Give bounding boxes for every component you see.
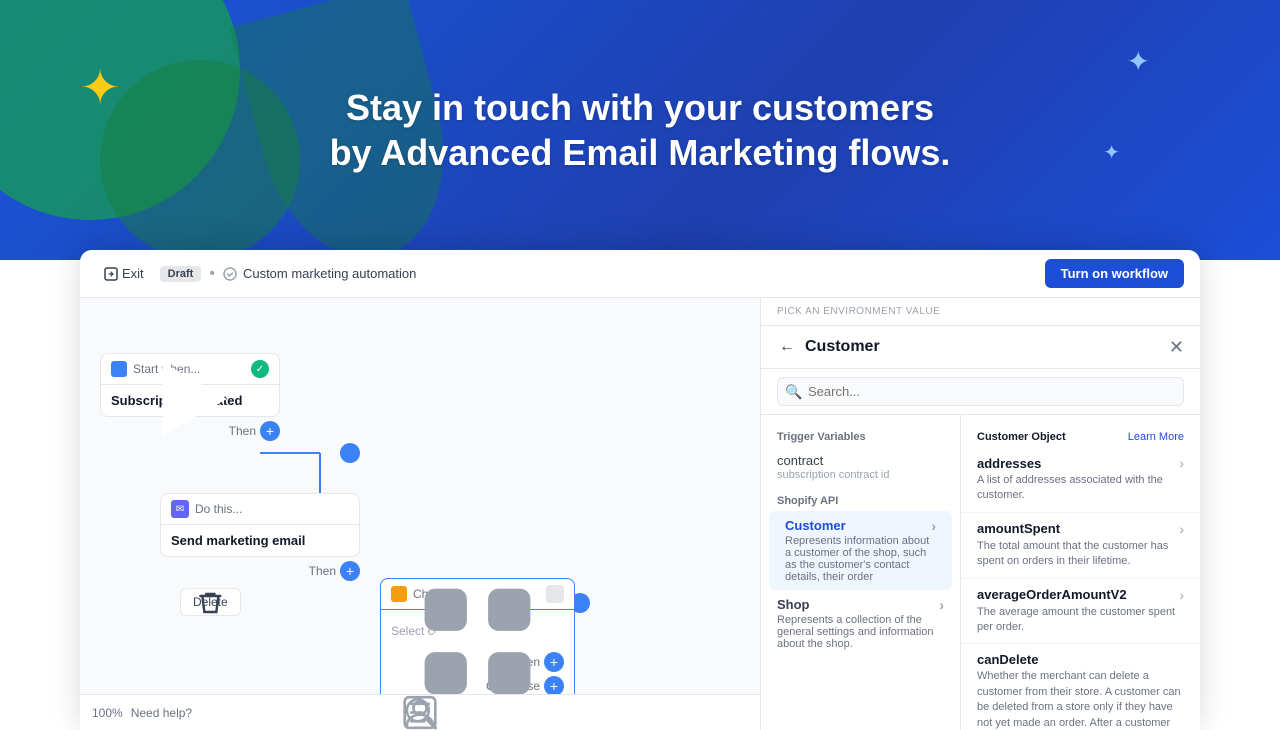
sidebar-back-button[interactable]: ← [777,336,797,358]
sidebar-close-button[interactable]: ✕ [1169,337,1184,358]
check-otherwise-button[interactable]: + [544,676,564,696]
item-chevron-icon: › [1179,455,1184,471]
star-bottom-icon: ✦ [1103,140,1120,165]
sidebar-title: Customer [805,338,1169,356]
start-node-label: Start when... [133,362,200,376]
sidebar-columns: Trigger Variables contract subscription … [761,415,1200,730]
star-top-icon: ✦ [1127,45,1150,78]
check-node-header: Check if... [380,578,575,610]
action-node: ✉ Do this... Send marketing email Then + [160,493,360,585]
contract-var-item[interactable]: contract subscription contract id [761,447,960,487]
shopify-api-label: Shopify API [761,487,960,511]
top-bar: Exit Draft • Custom marketing automation… [80,250,1200,298]
search-icon: 🔍 [785,383,802,400]
draft-badge: Draft [160,266,202,282]
right-item[interactable]: addresses › A list of addresses associat… [961,447,1200,513]
delete-button[interactable]: Delete [180,588,241,616]
divider: • [209,265,215,283]
hero-section: ✦ ✦ ✦ Stay in touch with your customers … [0,0,1280,260]
action-node-header: ✉ Do this... [160,493,360,525]
start-node: Start when... ✓ Subscription Created The… [100,353,280,445]
start-node-body: Subscription Created [100,385,280,417]
shop-chevron-icon: › [939,597,944,613]
action-then-button[interactable]: + [340,561,360,581]
check-node-body: Select condition Then + Otherwise + [380,610,575,705]
start-settings-icon[interactable]: ✓ [251,360,269,378]
action-node-body: Send marketing email [160,525,360,557]
right-section-title: Customer Object [977,431,1066,443]
check-then-row: Then + [391,652,564,672]
right-section-header: Customer Object Learn More [961,423,1200,447]
app-window: Exit Draft • Custom marketing automation… [80,250,1200,730]
right-item[interactable]: amountSpent › The total amount that the … [961,513,1200,579]
content-area: Start when... ✓ Subscription Created The… [80,298,1200,730]
select-condition-placeholder[interactable]: Select condition [391,618,564,644]
action-node-label: Do this... [195,502,242,516]
delete-area: Delete [180,588,241,616]
check-node-label: Check if... [413,587,466,601]
sidebar-pick-label: PICK AN ENVIRONMENT VALUE [761,298,1200,326]
sidebar-left-panel: Trigger Variables contract subscription … [761,415,961,730]
check-settings-icon[interactable] [546,585,564,603]
need-help-label[interactable]: Need help? [131,706,192,720]
action-then-row: Then + [160,561,360,581]
right-item[interactable]: canDelete Whether the merchant can delet… [961,644,1200,730]
workflow-name: Custom marketing automation [223,266,416,281]
sidebar-title-row: ← Customer ✕ [761,326,1200,369]
right-items-list: addresses › A list of addresses associat… [961,447,1200,730]
start-node-header: Start when... ✓ [100,353,280,385]
customer-api-item[interactable]: Customer Represents information about a … [769,511,952,590]
hero-title: Stay in touch with your customers by Adv… [330,85,951,175]
trigger-section-label: Trigger Variables [761,423,960,447]
check-icon [391,586,407,602]
sidebar-panel: PICK AN ENVIRONMENT VALUE ← Customer ✕ 🔍… [760,298,1200,730]
item-chevron-icon: › [1179,587,1184,603]
turn-on-button[interactable]: Turn on workflow [1045,259,1184,288]
check-otherwise-row: Otherwise + [391,676,564,696]
canvas-bottom-bar: 100% Need help? [80,694,760,730]
star-large-icon: ✦ [80,60,120,116]
exit-icon [104,267,118,281]
customer-chevron-icon: › [931,518,936,534]
workflow-canvas: Start when... ✓ Subscription Created The… [80,298,760,730]
check-then-button[interactable]: + [544,652,564,672]
start-node-icon [111,361,127,377]
shop-api-item[interactable]: Shop Represents a collection of the gene… [761,590,960,657]
search-input[interactable] [777,377,1184,406]
email-icon: ✉ [171,500,189,518]
learn-more-link[interactable]: Learn More [1128,431,1184,443]
sidebar-right-panel: Customer Object Learn More addresses › A… [961,415,1200,730]
zoom-level: 100% [92,706,123,720]
sidebar-search-area: 🔍 [761,369,1200,415]
right-item[interactable]: averageOrderAmountV2 › The average amoun… [961,579,1200,645]
start-then-button[interactable]: + [260,421,280,441]
start-then-row: Then + [100,421,280,441]
exit-button[interactable]: Exit [96,262,152,285]
check-circle-icon [223,267,237,281]
check-node: Check if... Select condition Then + Othe… [380,578,575,705]
item-chevron-icon: › [1179,521,1184,537]
